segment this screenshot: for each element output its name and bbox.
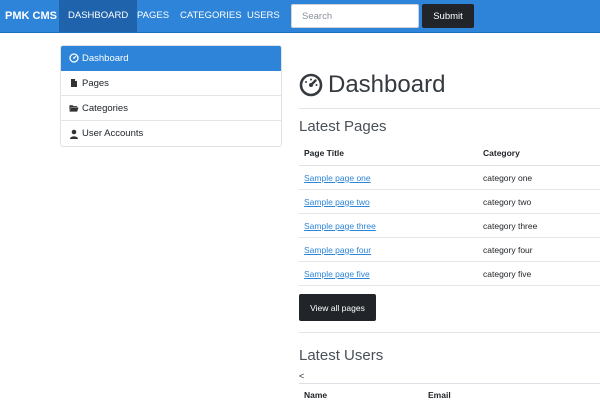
page-link[interactable]: Sample page two — [304, 197, 370, 207]
sidebar-item-label: User Accounts — [82, 128, 144, 139]
dashboard-icon — [299, 73, 323, 97]
page-link[interactable]: Sample page four — [304, 245, 371, 255]
table-row: Sample page two category two — [299, 189, 600, 214]
table-row: Sample page one category one — [299, 165, 600, 190]
category-cell: category three — [478, 213, 600, 238]
column-header-name: Name — [304, 390, 328, 400]
folder-open-icon — [69, 103, 79, 113]
latest-pages-table: Page Title Category Sample page one cate… — [299, 141, 600, 286]
nav-link-dashboard[interactable]: DASHBOARD — [59, 0, 138, 32]
sidebar-item-dashboard[interactable]: Dashboard — [61, 46, 281, 71]
page-link[interactable]: Sample page five — [304, 269, 370, 279]
column-header-category: Category — [478, 141, 600, 166]
divider — [299, 108, 600, 109]
sidebar-item-label: Dashboard — [82, 52, 129, 64]
table-row: Sample page five category five — [299, 261, 600, 286]
page-link[interactable]: Sample page one — [304, 173, 371, 183]
page-link[interactable]: Sample page three — [304, 221, 376, 231]
divider — [299, 332, 600, 333]
dashboard-icon — [69, 53, 79, 63]
sidebar-item-user-accounts[interactable]: User Accounts — [61, 121, 281, 146]
category-cell: category two — [478, 189, 600, 214]
user-icon — [69, 129, 79, 139]
file-icon — [69, 78, 79, 88]
column-header-email: Email — [428, 390, 451, 400]
view-all-pages-button[interactable]: View all pages — [299, 294, 376, 321]
top-navbar: PMK CMS DASHBOARD PAGES CATEGORIES USERS… — [0, 0, 600, 33]
submit-button[interactable]: Submit — [422, 4, 474, 28]
sidebar-item-label: Pages — [82, 77, 109, 89]
nav-link-users[interactable]: USERS — [238, 0, 289, 32]
sidebar-item-pages[interactable]: Pages — [61, 71, 281, 96]
page-title-text: Dashboard — [328, 71, 446, 98]
latest-users-table-header: Name Email — [299, 383, 600, 401]
table-row: Sample page three category three — [299, 213, 600, 238]
sidebar-item-categories[interactable]: Categories — [61, 96, 281, 121]
category-cell: category one — [478, 165, 600, 190]
sidebar-item-label: Categories — [82, 102, 128, 114]
search-input[interactable] — [291, 4, 419, 28]
table-row: Sample page four category four — [299, 237, 600, 262]
table-header-row: Page Title Category — [299, 141, 600, 166]
latest-users-heading: Latest Users — [299, 347, 384, 364]
page-title: Dashboard — [299, 70, 445, 100]
category-cell: category five — [478, 261, 600, 286]
column-header-page-title: Page Title — [299, 141, 478, 166]
latest-pages-heading: Latest Pages — [299, 118, 387, 135]
sidebar: Dashboard Pages Categories User Accounts — [60, 45, 282, 147]
stray-text: < — [299, 371, 305, 381]
category-cell: category four — [478, 237, 600, 262]
brand-logo[interactable]: PMK CMS — [5, 0, 57, 32]
